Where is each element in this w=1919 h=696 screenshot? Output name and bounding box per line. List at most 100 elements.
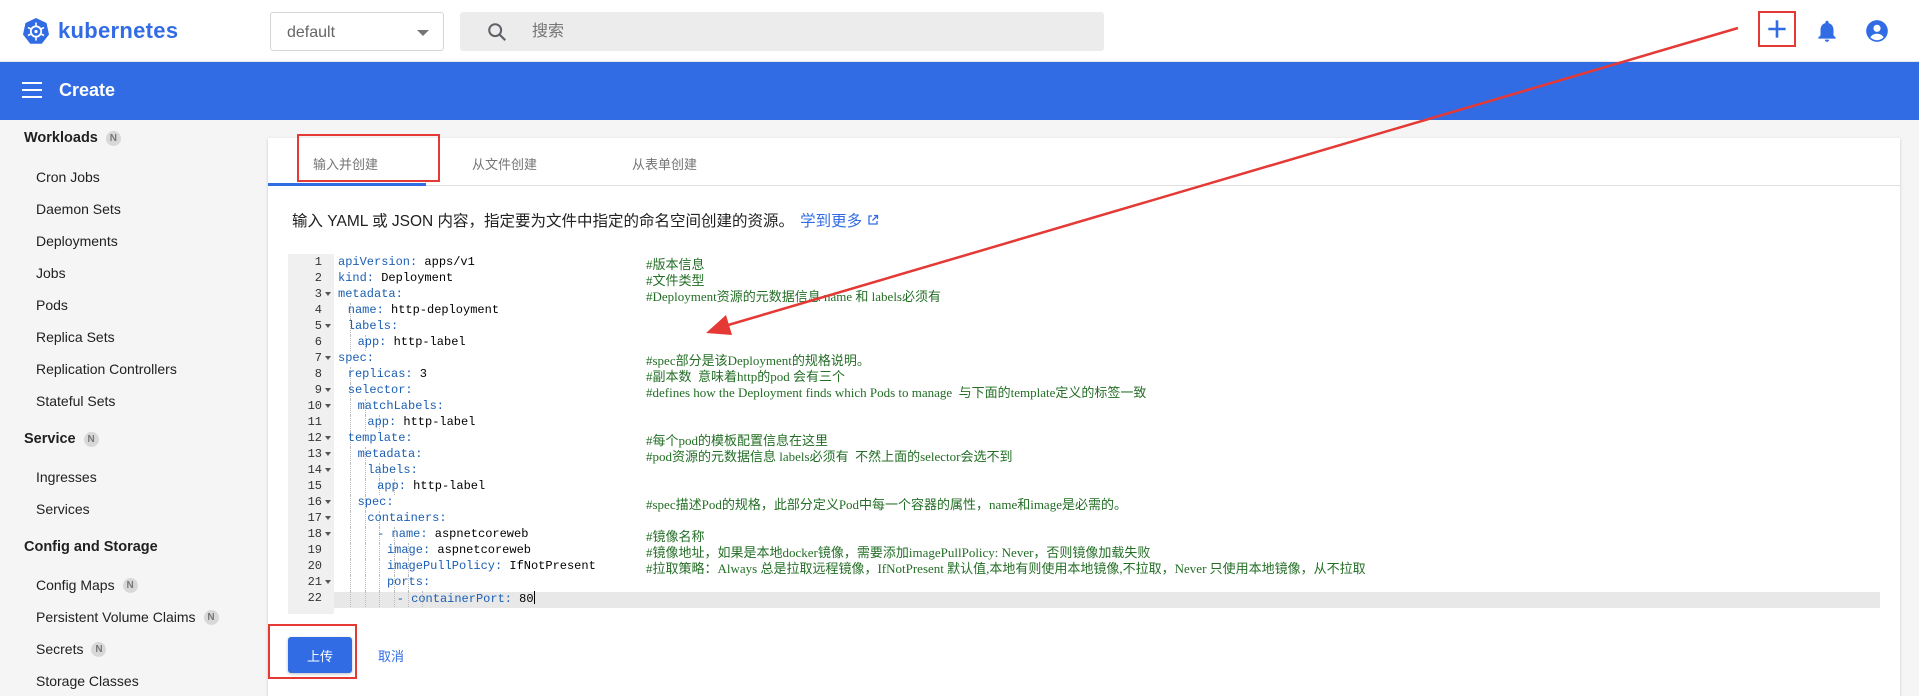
line-number: 7 bbox=[314, 351, 322, 365]
sidebar-item-replica-sets[interactable]: Replica Sets bbox=[36, 329, 115, 345]
kubernetes-wheel-icon bbox=[23, 18, 49, 44]
yaml-key: spec: bbox=[338, 351, 375, 365]
menu-icon[interactable] bbox=[22, 82, 42, 98]
code-line: labels: bbox=[348, 319, 398, 333]
sidebar-item-label: Storage Classes bbox=[36, 673, 139, 689]
sidebar-item-config-maps[interactable]: Config Maps N bbox=[36, 577, 138, 593]
code-line: app: http-label bbox=[377, 479, 485, 493]
fold-toggle-icon[interactable] bbox=[325, 452, 331, 456]
sidebar-item-label: Jobs bbox=[36, 265, 66, 281]
app-header: Create bbox=[0, 62, 1919, 120]
section-label: Config and Storage bbox=[24, 539, 158, 555]
search-icon bbox=[488, 23, 507, 42]
yaml-key: name: bbox=[347, 303, 384, 317]
yaml-key: app: bbox=[367, 415, 397, 429]
indent-guide bbox=[350, 559, 352, 575]
namespace-value: default bbox=[287, 24, 336, 41]
yaml-comment: #defines how the Deployment finds which … bbox=[646, 385, 1147, 400]
line-number: 15 bbox=[307, 479, 322, 493]
sidebar-section-config-and-storage[interactable]: Config and Storage bbox=[24, 539, 158, 555]
indent-guide bbox=[379, 591, 381, 607]
namespace-select[interactable]: default bbox=[270, 12, 444, 51]
tab-create-from-form[interactable]: 从表单创建 bbox=[632, 154, 697, 173]
line-number: 16 bbox=[307, 495, 322, 509]
sidebar-item-label: Pods bbox=[36, 297, 68, 313]
fold-toggle-icon[interactable] bbox=[325, 356, 331, 360]
line-number: 6 bbox=[314, 335, 322, 349]
fold-toggle-icon[interactable] bbox=[325, 516, 331, 520]
description-text: 输入 YAML 或 JSON 内容，指定要为文件中指定的命名空间创建的资源。 bbox=[292, 213, 795, 230]
indent-guide bbox=[350, 479, 352, 495]
fold-toggle-icon[interactable] bbox=[325, 404, 331, 408]
sidebar-item-storage-classes[interactable]: Storage Classes bbox=[36, 673, 139, 689]
fold-toggle-icon[interactable] bbox=[325, 500, 331, 504]
sidebar-item-secrets[interactable]: Secrets N bbox=[36, 641, 107, 657]
yaml-key: matchLabels: bbox=[357, 399, 444, 413]
yaml-editor[interactable]: 1 apiVersion: apps/v1 #版本信息 2 kind: Deployme… bbox=[288, 254, 1880, 614]
kubernetes-logo[interactable]: kubernetes bbox=[22, 17, 178, 45]
notifications-button[interactable] bbox=[1812, 16, 1842, 46]
sidebar-item-daemon-sets[interactable]: Daemon Sets bbox=[36, 201, 121, 217]
sidebar-item-replication-controllers[interactable]: Replication Controllers bbox=[36, 361, 177, 377]
annotation-highlight-box bbox=[297, 134, 440, 182]
search-input[interactable] bbox=[532, 12, 1092, 51]
fold-toggle-icon[interactable] bbox=[325, 388, 331, 392]
new-badge: N bbox=[122, 577, 138, 593]
yaml-value: 80 bbox=[511, 592, 534, 606]
sidebar-item-cron-jobs[interactable]: Cron Jobs bbox=[36, 169, 100, 185]
yaml-comment: #pod资源的元数据信息 labels必须有 不然上面的selector会选不到 bbox=[646, 449, 1013, 464]
indent-guide bbox=[350, 495, 352, 511]
line-number: 17 bbox=[307, 511, 322, 525]
yaml-key: app: bbox=[377, 479, 406, 493]
yaml-value: apps/v1 bbox=[417, 255, 475, 269]
indent-guide bbox=[364, 591, 366, 607]
sidebar-item-deployments[interactable]: Deployments bbox=[36, 233, 118, 249]
account-button[interactable] bbox=[1862, 16, 1892, 46]
yaml-key: selector: bbox=[347, 383, 413, 397]
sidebar-item-ingresses[interactable]: Ingresses bbox=[36, 469, 97, 485]
fold-toggle-icon[interactable] bbox=[325, 324, 331, 328]
sidebar-section-service[interactable]: Service N bbox=[24, 431, 99, 447]
yaml-key: imagePullPolicy: bbox=[386, 559, 503, 573]
search-bar bbox=[460, 12, 1104, 51]
fold-toggle-icon[interactable] bbox=[325, 580, 331, 584]
new-badge: N bbox=[83, 431, 99, 447]
indent-guide bbox=[379, 559, 381, 575]
sidebar-item-services[interactable]: Services bbox=[36, 501, 90, 517]
fold-toggle-icon[interactable] bbox=[325, 468, 331, 472]
code-line: spec: bbox=[358, 495, 394, 509]
account-circle-icon bbox=[1866, 20, 1888, 42]
indent-guide bbox=[379, 543, 381, 559]
dropdown-caret-icon bbox=[417, 30, 429, 36]
yaml-value: aspnetcoreweb bbox=[430, 543, 531, 557]
indent-guide bbox=[364, 527, 366, 543]
new-badge: N bbox=[203, 609, 219, 625]
line-number: 20 bbox=[307, 559, 322, 573]
yaml-key: metadata: bbox=[357, 447, 423, 461]
fold-toggle-icon[interactable] bbox=[325, 532, 331, 536]
fold-toggle-icon[interactable] bbox=[325, 436, 331, 440]
sidebar-item-label: Stateful Sets bbox=[36, 393, 116, 409]
sidebar-item-jobs[interactable]: Jobs bbox=[36, 265, 66, 281]
indent-guide bbox=[364, 463, 366, 479]
tab-create-from-file[interactable]: 从文件创建 bbox=[472, 154, 537, 173]
yaml-value: aspnetcoreweb bbox=[427, 527, 529, 541]
cancel-button[interactable]: 取消 bbox=[378, 646, 404, 665]
sidebar-item-pods[interactable]: Pods bbox=[36, 297, 68, 313]
sidebar-item-persistent-volume-claims[interactable]: Persistent Volume Claims N bbox=[36, 609, 219, 625]
learn-more-link[interactable]: 学到更多 bbox=[800, 209, 862, 231]
indent-guide bbox=[364, 543, 366, 559]
active-line-highlight bbox=[334, 592, 1880, 608]
code-line: app: http-label bbox=[358, 335, 466, 349]
line-number: 18 bbox=[307, 527, 322, 541]
create-button[interactable] bbox=[1758, 11, 1796, 47]
fold-toggle-icon[interactable] bbox=[325, 292, 331, 296]
indent-guide bbox=[350, 591, 352, 607]
sidebar-item-stateful-sets[interactable]: Stateful Sets bbox=[36, 393, 115, 409]
code-line: template: bbox=[348, 431, 413, 445]
code-line: - name: aspnetcoreweb bbox=[377, 527, 528, 541]
sidebar-section-workloads[interactable]: Workloads N bbox=[24, 130, 121, 146]
yaml-key: containers: bbox=[367, 511, 447, 525]
code-line: app: http-label bbox=[367, 415, 475, 429]
external-link-icon[interactable] bbox=[867, 214, 879, 226]
